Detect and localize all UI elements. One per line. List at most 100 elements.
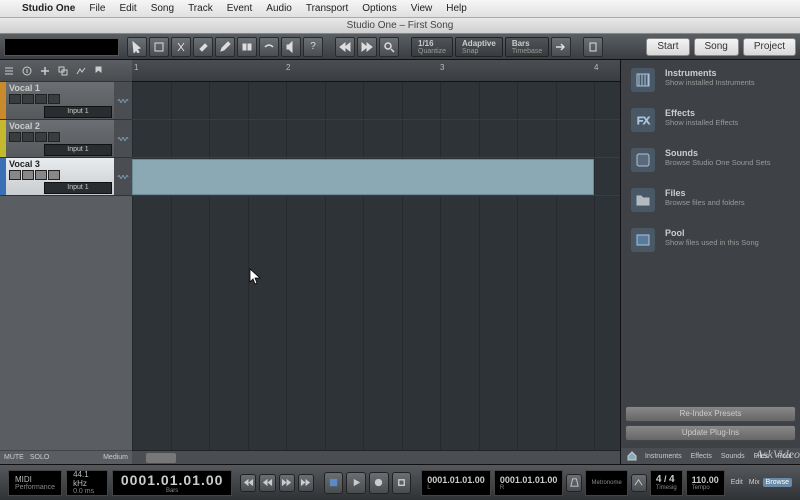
arrow-tool-icon[interactable] [127, 37, 147, 57]
record-arm-button[interactable] [35, 94, 47, 104]
track-header[interactable]: Vocal 3 Input 1 [0, 158, 132, 196]
menu-options[interactable]: Options [362, 3, 396, 14]
piano-icon [631, 68, 655, 92]
menu-help[interactable]: Help [446, 3, 467, 14]
fast-forward-button[interactable] [279, 474, 295, 492]
folder-icon [631, 188, 655, 212]
timesig-display[interactable]: 4 / 4Timesig [650, 470, 683, 496]
menu-track[interactable]: Track [188, 3, 213, 14]
record-arm-button[interactable] [35, 170, 47, 180]
browser-category[interactable]: FilesBrowse files and folders [621, 180, 800, 220]
track-header[interactable]: Vocal 2 Input 1 [0, 120, 132, 158]
precount-button[interactable] [631, 474, 647, 492]
metronome-button[interactable] [566, 474, 582, 492]
menu-file[interactable]: File [89, 3, 105, 14]
forward-icon[interactable] [357, 37, 377, 57]
view-tab-mix[interactable]: Mix [746, 478, 763, 487]
range-tool-icon[interactable] [149, 37, 169, 57]
update-plugins-button[interactable]: Update Plug-Ins [625, 425, 796, 441]
browser-category[interactable]: PoolShow files used in this Song [621, 220, 800, 260]
song-button[interactable]: Song [694, 38, 739, 56]
browser-category[interactable]: InstrumentsShow installed Instruments [621, 60, 800, 100]
track-list-menu-icon[interactable] [2, 64, 16, 78]
track-input-selector[interactable]: Input 1 [44, 144, 112, 156]
erase-tool-icon[interactable] [193, 37, 213, 57]
mute-button[interactable] [9, 94, 21, 104]
menu-view[interactable]: View [411, 3, 433, 14]
app-name-menu[interactable]: Studio One [22, 3, 75, 14]
track-lane[interactable] [132, 82, 620, 120]
home-icon[interactable] [625, 449, 639, 463]
monitor-button[interactable] [48, 94, 60, 104]
bend-tool-icon[interactable] [259, 37, 279, 57]
solo-label[interactable]: SOLO [30, 454, 49, 461]
fast-rewind-button[interactable] [259, 474, 275, 492]
track-info-icon[interactable] [20, 64, 34, 78]
add-track-icon[interactable] [38, 64, 52, 78]
loop-left[interactable]: 0001.01.01.00L [421, 470, 491, 496]
loop-right[interactable]: 0001.01.01.00R [494, 470, 564, 496]
track-name[interactable]: Vocal 2 [9, 121, 111, 131]
tempo-display[interactable]: 110.00Tempo [686, 470, 725, 496]
track-name[interactable]: Vocal 3 [9, 159, 111, 169]
automation-icon[interactable] [583, 37, 603, 57]
goto-end-button[interactable] [298, 474, 314, 492]
record-arm-button[interactable] [35, 132, 47, 142]
browser-tab[interactable]: Effects [688, 452, 715, 461]
mute-button[interactable] [9, 132, 21, 142]
mute-button[interactable] [9, 170, 21, 180]
mute-tool-icon[interactable] [237, 37, 257, 57]
audio-clip[interactable] [132, 159, 594, 195]
zoom-icon[interactable] [379, 37, 399, 57]
browser-tab[interactable]: Instruments [642, 452, 685, 461]
track-name[interactable]: Vocal 1 [9, 83, 111, 93]
track-lane[interactable] [132, 158, 620, 196]
split-tool-icon[interactable] [171, 37, 191, 57]
stop-button[interactable] [324, 472, 344, 494]
start-button[interactable]: Start [646, 38, 689, 56]
quantize-selector[interactable]: 1/16Quantize [411, 37, 453, 57]
marker-track-icon[interactable] [92, 64, 106, 78]
project-button[interactable]: Project [743, 38, 796, 56]
track-input-selector[interactable]: Input 1 [44, 106, 112, 118]
record-button[interactable] [369, 472, 389, 494]
draw-tool-icon[interactable] [215, 37, 235, 57]
monitor-button[interactable] [48, 170, 60, 180]
track-input-selector[interactable]: Input 1 [44, 182, 112, 194]
view-tab-edit[interactable]: Edit [728, 478, 746, 487]
timebase-selector[interactable]: BarsTimebase [505, 37, 549, 57]
arrange-lanes[interactable] [132, 82, 620, 450]
duplicate-track-icon[interactable] [56, 64, 70, 78]
browser-category[interactable]: SoundsBrowse Studio One Sound Sets [621, 140, 800, 180]
track-lane[interactable] [132, 120, 620, 158]
monitor-button[interactable] [48, 132, 60, 142]
play-button[interactable] [346, 472, 366, 494]
view-tab-browse[interactable]: Browse [763, 478, 792, 487]
timecode-display[interactable]: 0001.01.01.00Bars [112, 470, 233, 496]
automation-view-icon[interactable] [74, 64, 88, 78]
track-size-selector[interactable]: Medium [103, 454, 128, 461]
horizontal-scrollbar[interactable] [132, 450, 620, 464]
listen-tool-icon[interactable] [281, 37, 301, 57]
menu-edit[interactable]: Edit [119, 3, 136, 14]
browser-tab[interactable]: Sounds [718, 452, 748, 461]
reindex-presets-button[interactable]: Re-Index Presets [625, 406, 796, 422]
solo-button[interactable] [22, 170, 34, 180]
snap-selector[interactable]: AdaptiveSnap [455, 37, 503, 57]
rewind-button[interactable] [240, 474, 256, 492]
solo-button[interactable] [22, 94, 34, 104]
menu-audio[interactable]: Audio [266, 3, 292, 14]
arrange-view[interactable]: 1 2 3 4 [132, 60, 620, 464]
menu-song[interactable]: Song [151, 3, 174, 14]
timeline-ruler[interactable]: 1 2 3 4 [132, 60, 620, 82]
menu-transport[interactable]: Transport [306, 3, 348, 14]
autoscroll-icon[interactable] [551, 37, 571, 57]
loop-button[interactable] [392, 472, 412, 494]
rewind-icon[interactable] [335, 37, 355, 57]
mute-label[interactable]: MUTE [4, 454, 24, 461]
track-header[interactable]: Vocal 1 Input 1 [0, 82, 132, 120]
menu-event[interactable]: Event [227, 3, 253, 14]
help-icon[interactable]: ? [303, 37, 323, 57]
solo-button[interactable] [22, 132, 34, 142]
browser-category[interactable]: FXEffectsShow installed Effects [621, 100, 800, 140]
